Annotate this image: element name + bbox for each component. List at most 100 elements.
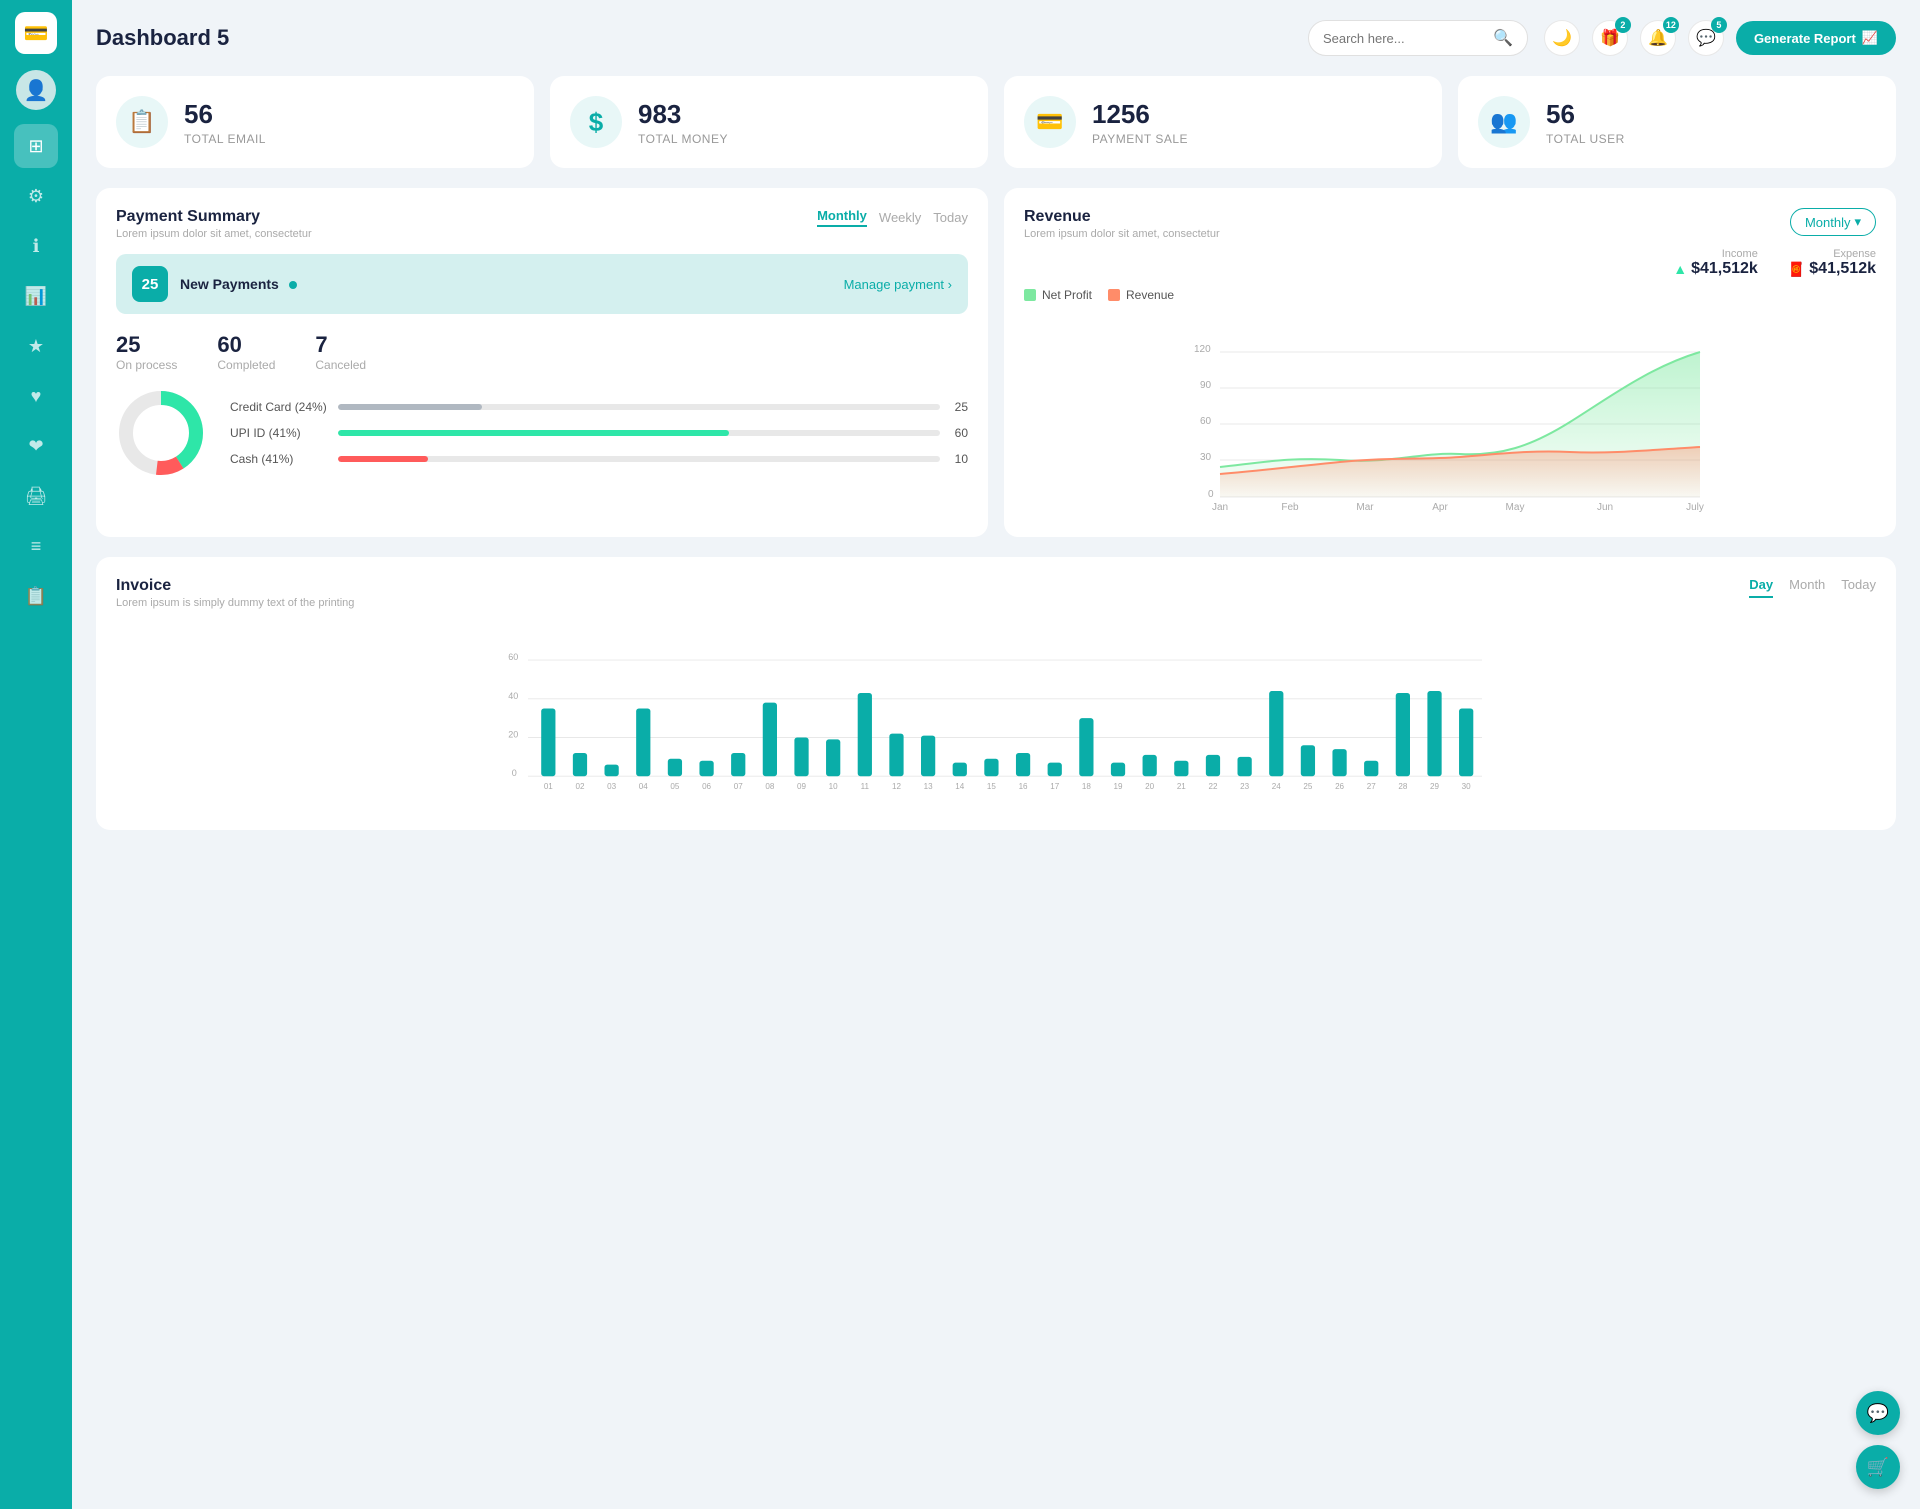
manage-payment-link[interactable]: Manage payment ›	[844, 277, 952, 292]
donut-chart	[116, 388, 206, 478]
bar-label-30: 30	[1462, 782, 1471, 791]
prog-track-cash	[338, 456, 940, 462]
svg-text:90: 90	[1200, 380, 1212, 391]
heart-icon: ♥	[31, 386, 42, 407]
search-input[interactable]	[1323, 31, 1485, 46]
list-icon: ≡	[31, 536, 42, 557]
bar-19	[1111, 763, 1125, 777]
sidebar-logo[interactable]: 💳	[15, 12, 57, 54]
payment-tabs: Monthly Weekly Today	[817, 208, 968, 227]
theme-toggle-button[interactable]: 🌙	[1544, 20, 1580, 56]
dashboard-icon: ⊞	[28, 136, 43, 157]
fab-cart-button[interactable]: 🛒	[1856, 1445, 1900, 1489]
revenue-subtitle: Lorem ipsum dolor sit amet, consectetur	[1024, 228, 1220, 240]
bar-label-28: 28	[1398, 782, 1407, 791]
bar-label-06: 06	[702, 782, 711, 791]
svg-text:0: 0	[1208, 489, 1214, 500]
prog-fill-cc	[338, 404, 482, 410]
svg-text:Apr: Apr	[1432, 502, 1448, 512]
inv-tab-month[interactable]: Month	[1789, 577, 1825, 598]
svg-text:20: 20	[508, 730, 518, 740]
revenue-card: Revenue Lorem ipsum dolor sit amet, cons…	[1004, 188, 1896, 537]
svg-text:0: 0	[512, 768, 517, 778]
inv-tab-day[interactable]: Day	[1749, 577, 1773, 598]
inv-tab-today[interactable]: Today	[1841, 577, 1876, 598]
avatar[interactable]: 👤	[16, 70, 56, 110]
fab-chat-button[interactable]: 💬	[1856, 1391, 1900, 1435]
sidebar-item-info[interactable]: ℹ	[14, 224, 58, 268]
revenue-title: Revenue	[1024, 208, 1220, 226]
sidebar-item-doc[interactable]: 📋	[14, 574, 58, 618]
stat-canceled: 7 Canceled	[315, 332, 366, 372]
sidebar-item-dashboard[interactable]: ⊞	[14, 124, 58, 168]
bar-label-17: 17	[1050, 782, 1059, 791]
legend-revenue: Revenue	[1108, 288, 1174, 302]
progress-bars: Credit Card (24%) 25 UPI ID (41%) 60	[230, 400, 968, 466]
bar-12	[889, 734, 903, 777]
prog-label-cash: Cash (41%)	[230, 452, 330, 466]
bar-22	[1206, 755, 1220, 776]
revenue-monthly-button[interactable]: Monthly ▾	[1790, 208, 1876, 236]
tab-weekly[interactable]: Weekly	[879, 210, 921, 225]
stat-card-money: $ 983 TOTAL MONEY	[550, 76, 988, 168]
bar-label-12: 12	[892, 782, 901, 791]
payment-summary-title: Payment Summary	[116, 208, 312, 226]
stat-completed: 60 Completed	[217, 332, 275, 372]
sidebar-item-heart2[interactable]: ❤	[14, 424, 58, 468]
revenue-chart-svg: 0 30 60 90 120	[1024, 312, 1876, 512]
prog-val-cash: 10	[948, 452, 968, 466]
bar-08	[763, 703, 777, 777]
chat-badge: 5	[1711, 17, 1727, 33]
bar-17	[1048, 763, 1062, 777]
prog-track-cc	[338, 404, 940, 410]
money-value: 983	[638, 99, 728, 130]
sidebar-item-list[interactable]: ≡	[14, 524, 58, 568]
bar-label-29: 29	[1430, 782, 1439, 791]
bar-label-07: 07	[734, 782, 743, 791]
sidebar-item-print[interactable]: 🖨	[14, 474, 58, 518]
chart-legend: Net Profit Revenue	[1024, 288, 1876, 302]
bell-button[interactable]: 🔔 12	[1640, 20, 1676, 56]
payment-label: PAYMENT SALE	[1092, 132, 1188, 146]
bar-label-04: 04	[639, 782, 648, 791]
chat-button[interactable]: 💬 5	[1688, 20, 1724, 56]
bar-04	[636, 708, 650, 776]
tab-today[interactable]: Today	[933, 210, 968, 225]
payment-icon: 💳	[1024, 96, 1076, 148]
bar-label-26: 26	[1335, 782, 1344, 791]
bar-label-15: 15	[987, 782, 996, 791]
prog-val-cc: 25	[948, 400, 968, 414]
bar-label-23: 23	[1240, 782, 1249, 791]
stat-on-process: 25 On process	[116, 332, 177, 372]
stat-card-email: 📋 56 TOTAL EMAIL	[96, 76, 534, 168]
payment-summary-header: Payment Summary Lorem ipsum dolor sit am…	[116, 208, 968, 240]
bar-label-24: 24	[1272, 782, 1281, 791]
generate-report-button[interactable]: Generate Report 📈	[1736, 21, 1896, 55]
info-icon: ℹ	[33, 236, 40, 257]
tab-monthly[interactable]: Monthly	[817, 208, 867, 227]
favorite-icon: ❤	[28, 436, 43, 457]
gift-button[interactable]: 🎁 2	[1592, 20, 1628, 56]
user-value: 56	[1546, 99, 1625, 130]
email-icon: 📋	[116, 96, 168, 148]
bar-30	[1459, 708, 1473, 776]
sidebar: 💳 👤 ⊞ ⚙ ℹ 📊 ★ ♥ ❤ 🖨 ≡ 📋	[0, 0, 72, 1509]
invoice-subtitle: Lorem ipsum is simply dummy text of the …	[116, 597, 354, 609]
sidebar-item-heart[interactable]: ♥	[14, 374, 58, 418]
bar-25	[1301, 745, 1315, 776]
revenue-header: Revenue Lorem ipsum dolor sit amet, cons…	[1024, 208, 1876, 240]
moon-icon: 🌙	[1552, 28, 1572, 48]
sidebar-item-settings[interactable]: ⚙	[14, 174, 58, 218]
expense-icon: 🧧	[1788, 261, 1805, 278]
bar-29	[1427, 691, 1441, 776]
main-content: Dashboard 5 🔍 🌙 🎁 2 🔔 12 💬 5 Generate Re	[72, 0, 1920, 1509]
income-up-icon: ▲	[1673, 261, 1687, 277]
revenue-chart: 0 30 60 90 120	[1024, 312, 1876, 517]
search-icon: 🔍	[1493, 28, 1513, 48]
gift-badge: 2	[1615, 17, 1631, 33]
sidebar-item-chart[interactable]: 📊	[14, 274, 58, 318]
income-block: Income ▲ $41,512k	[1673, 248, 1758, 278]
payment-summary-card: Payment Summary Lorem ipsum dolor sit am…	[96, 188, 988, 537]
sidebar-item-star[interactable]: ★	[14, 324, 58, 368]
income-value: $41,512k	[1691, 260, 1758, 278]
